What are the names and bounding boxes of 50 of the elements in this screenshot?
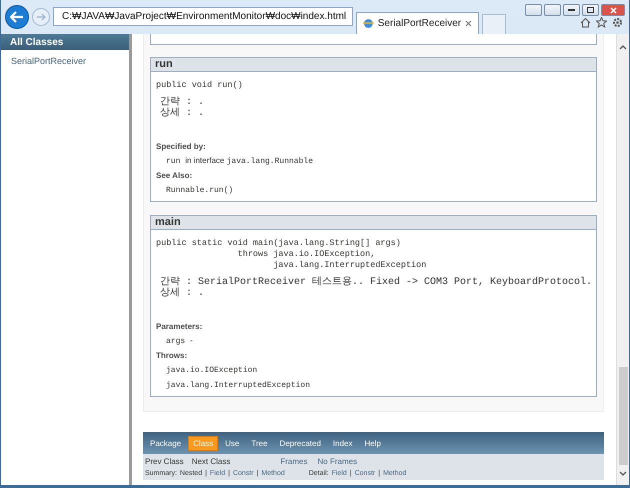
section-label: Throws:: [156, 350, 188, 361]
entry-text: java.lang.InterruptedException: [166, 380, 312, 391]
section-label: Parameters:: [156, 321, 204, 332]
scroll-down-icon[interactable]: [619, 471, 627, 477]
back-arrow-icon: [10, 11, 24, 23]
home-icon[interactable]: [580, 17, 591, 28]
maximize-icon: [587, 7, 594, 13]
nav-link[interactable]: No Frames: [318, 456, 358, 468]
method-signature: public void run(): [156, 80, 244, 91]
forward-arrow-icon: [36, 13, 46, 21]
scroll-up-icon[interactable]: [619, 44, 627, 50]
method-heading: main: [151, 216, 596, 230]
nav-text: Prev Class: [145, 456, 184, 468]
close-button[interactable]: [601, 4, 625, 16]
maximize-button[interactable]: [582, 4, 599, 16]
nav-tab[interactable]: Deprecated: [274, 436, 326, 450]
scrollbar[interactable]: [616, 34, 629, 485]
section-label: See Also:: [156, 170, 194, 181]
class-link[interactable]: SerialPortReceiver: [1, 50, 129, 66]
description-text: 상세 : .: [160, 288, 206, 299]
description-text: 상세 : .: [160, 108, 206, 119]
entry-text: java.io.IOException: [166, 365, 258, 376]
section-label: Specified by:: [156, 141, 207, 152]
scroll-thumb[interactable]: [618, 367, 628, 465]
address-field[interactable]: C:₩JAVA₩JavaProject₩EnvironmentMonitor₩doc₩index.html: [53, 7, 353, 26]
description-text: 간략 : SerialPortReceiver 테스트용.. Fixed -> COM3 Port, KeyboardProtocol.: [160, 277, 591, 288]
entry-text: args -: [166, 335, 194, 347]
nav-tab[interactable]: Index: [328, 436, 358, 450]
star-icon[interactable]: [596, 17, 607, 28]
minimize-button[interactable]: [563, 4, 580, 16]
description-text: 간략 : .: [160, 97, 206, 108]
entry-text: run in interface java.lang.Runnable: [166, 155, 314, 167]
settings-icon[interactable]: [612, 17, 623, 28]
nav-link[interactable]: Frames: [280, 456, 308, 468]
close-icon: [610, 6, 616, 14]
page-icon: [363, 18, 374, 29]
entry-text: Runnable.run(): [166, 185, 234, 196]
nav-tab[interactable]: Help: [359, 436, 386, 450]
sidebar-heading: All Classes: [1, 34, 129, 50]
method-heading: run: [151, 58, 596, 72]
nav-tab[interactable]: Package: [145, 436, 186, 450]
window-button[interactable]: [525, 4, 542, 16]
nav-tab[interactable]: Tree: [246, 436, 273, 450]
close-icon[interactable]: [465, 20, 472, 27]
browser-tab[interactable]: SerialPortReceiver: [356, 12, 479, 34]
minimize-icon: [568, 8, 575, 12]
nav-text: Next Class: [192, 456, 230, 468]
method-signature: public static void main(java.lang.String[] args) throws java.io.IOException, java.lang.InterruptedException: [156, 238, 428, 271]
nav-tab[interactable]: Use: [220, 436, 244, 450]
back-button[interactable]: [5, 5, 29, 29]
